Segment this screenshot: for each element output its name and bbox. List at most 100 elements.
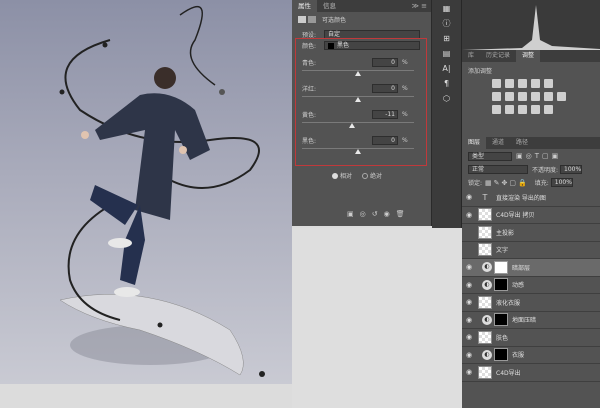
layer-row[interactable]: 主投影 bbox=[462, 224, 600, 242]
eye-icon[interactable]: ◉ bbox=[462, 193, 476, 201]
tab-history[interactable]: 历史记录 bbox=[480, 50, 516, 62]
3d-icon[interactable]: ⬡ bbox=[440, 93, 454, 105]
layer-name: 主投影 bbox=[496, 229, 515, 237]
opacity-input[interactable]: 100% bbox=[560, 165, 583, 174]
layer-row[interactable]: ◉ 肤色 bbox=[462, 329, 600, 347]
layer-thumbnail bbox=[478, 295, 492, 309]
histogram bbox=[462, 0, 600, 50]
posterize-icon[interactable] bbox=[505, 105, 514, 114]
layer-name: 地面压暗 bbox=[512, 317, 537, 325]
tab-paths[interactable]: 路径 bbox=[510, 137, 534, 149]
layer-row[interactable]: ◉ ◐ 地面压暗 bbox=[462, 312, 600, 329]
mask-icon[interactable] bbox=[308, 15, 316, 23]
opacity-label: 不透明度: bbox=[532, 167, 559, 174]
workspace-background bbox=[292, 228, 462, 408]
channel-mixer-icon[interactable] bbox=[544, 92, 553, 101]
view-prev-icon[interactable]: ◎ bbox=[360, 210, 366, 218]
blend-mode-select[interactable]: 正常 bbox=[468, 165, 528, 174]
photo-filter-icon[interactable] bbox=[531, 92, 540, 101]
eye-icon[interactable]: ◉ bbox=[462, 368, 476, 376]
selective-color-icon[interactable] bbox=[544, 105, 553, 114]
invert-icon[interactable] bbox=[492, 105, 501, 114]
character-icon[interactable]: A| bbox=[440, 63, 454, 75]
paragraph-icon[interactable]: ¶ bbox=[440, 78, 454, 90]
tab-adjustments[interactable]: 调整 bbox=[516, 50, 541, 62]
kind-filter[interactable]: 类型 bbox=[468, 151, 512, 161]
adjustment-title: 可选颜色 bbox=[322, 16, 347, 24]
brightness-icon[interactable] bbox=[492, 79, 501, 88]
eye-icon[interactable]: ◉ bbox=[462, 281, 476, 289]
text-layer-icon: T bbox=[482, 192, 488, 202]
layer-mask-thumb[interactable] bbox=[494, 348, 508, 362]
tab-info[interactable]: 信息 bbox=[317, 0, 342, 12]
eye-icon[interactable]: ◉ bbox=[462, 298, 476, 306]
lock-icons[interactable]: ▦✎✥▢🔒 bbox=[485, 179, 529, 187]
layer-name: 文字 bbox=[496, 247, 509, 255]
absolute-radio[interactable] bbox=[362, 172, 369, 179]
panel-menu-icon[interactable]: ≫ ≡ bbox=[412, 2, 431, 10]
reset-icon[interactable]: ↺ bbox=[372, 210, 378, 218]
bw-icon[interactable] bbox=[518, 92, 527, 101]
layer-name: 动感 bbox=[512, 282, 525, 290]
adjustment-layer-icon: ◐ bbox=[482, 314, 492, 325]
tab-libraries[interactable]: 库 bbox=[462, 50, 480, 62]
adjustment-icon bbox=[298, 15, 306, 23]
layer-mask-thumb[interactable] bbox=[494, 278, 508, 292]
layer-row[interactable]: ◉ 液化衣服 bbox=[462, 294, 600, 312]
absolute-label: 绝对 bbox=[370, 173, 383, 180]
layer-thumbnail bbox=[478, 225, 492, 239]
panel-icon-strip: ▦ ⓘ ⊞ ▤ A| ¶ ⬡ bbox=[432, 0, 462, 228]
properties-tabbar: 属性 信息 ≫ ≡ bbox=[292, 0, 431, 12]
layer-row[interactable]: ◉ ◐ 暗部层 bbox=[462, 259, 600, 277]
layer-row[interactable]: ◉ ◐ 衣服 bbox=[462, 347, 600, 364]
histogram-icon[interactable]: ▦ bbox=[440, 3, 454, 15]
filter-icons[interactable]: ▣◎T▢▣ bbox=[516, 152, 561, 160]
adjustment-layer-icon: ◐ bbox=[482, 262, 492, 273]
eye-icon[interactable]: ◉ bbox=[462, 351, 476, 359]
visibility-icon[interactable]: ◉ bbox=[384, 210, 390, 218]
adjustment-layer-icon: ◐ bbox=[482, 349, 492, 360]
layer-row[interactable]: 文字 bbox=[462, 242, 600, 259]
document-canvas[interactable] bbox=[0, 0, 292, 384]
layer-row[interactable]: ◉ T 直接渲染 导出的图 bbox=[462, 189, 600, 207]
right-panel: 库 历史记录 调整 添加调整 图层 通道 路径 类型 ▣◎T▢▣ 正常 不透明度… bbox=[462, 0, 600, 408]
info-icon[interactable]: ⓘ bbox=[440, 18, 454, 30]
layer-thumbnail bbox=[478, 365, 492, 379]
layer-row[interactable]: ◉ C4D导出 bbox=[462, 364, 600, 382]
relative-radio[interactable] bbox=[332, 172, 338, 179]
lookup-icon[interactable] bbox=[557, 92, 566, 101]
tab-properties[interactable]: 属性 bbox=[292, 0, 317, 12]
layer-mask-thumb[interactable] bbox=[494, 260, 508, 274]
trash-icon[interactable]: 🗑 bbox=[396, 210, 405, 218]
exposure-icon[interactable] bbox=[531, 79, 540, 88]
threshold-icon[interactable] bbox=[518, 105, 527, 114]
layer-row[interactable]: ◉ ◐ 动感 bbox=[462, 277, 600, 294]
layer-mask-thumb[interactable] bbox=[494, 313, 508, 327]
layer-thumbnail bbox=[478, 243, 492, 257]
relative-label: 相对 bbox=[340, 173, 353, 180]
eye-icon[interactable]: ◉ bbox=[462, 211, 476, 219]
layer-row[interactable]: ◉ C4D导出 拷贝 bbox=[462, 207, 600, 224]
hue-icon[interactable] bbox=[492, 92, 501, 101]
layer-name: 暗部层 bbox=[512, 264, 531, 272]
eye-icon[interactable]: ◉ bbox=[462, 263, 476, 271]
library-icon[interactable]: ▤ bbox=[440, 48, 454, 60]
curves-icon[interactable] bbox=[518, 79, 527, 88]
levels-icon[interactable] bbox=[505, 79, 514, 88]
add-adjustment-title: 添加调整 bbox=[468, 68, 493, 75]
fill-input[interactable]: 100% bbox=[550, 178, 573, 187]
color-balance-icon[interactable] bbox=[505, 92, 514, 101]
eye-icon[interactable]: ◉ bbox=[462, 333, 476, 341]
gradient-map-icon[interactable] bbox=[531, 105, 540, 114]
navigator-icon[interactable]: ⊞ bbox=[440, 33, 454, 45]
adjustment-icons bbox=[468, 75, 588, 117]
vibrance-icon[interactable] bbox=[544, 79, 553, 88]
eye-icon[interactable]: ◉ bbox=[462, 316, 476, 324]
library-tabbar: 库 历史记录 调整 bbox=[462, 50, 600, 62]
clip-icon[interactable]: ▣ bbox=[347, 210, 354, 218]
layer-thumbnail bbox=[478, 330, 492, 344]
tab-layers[interactable]: 图层 bbox=[462, 137, 487, 149]
fill-label: 填充: bbox=[534, 180, 549, 187]
tab-channels[interactable]: 通道 bbox=[486, 137, 510, 149]
layer-name: C4D导出 bbox=[496, 369, 521, 377]
